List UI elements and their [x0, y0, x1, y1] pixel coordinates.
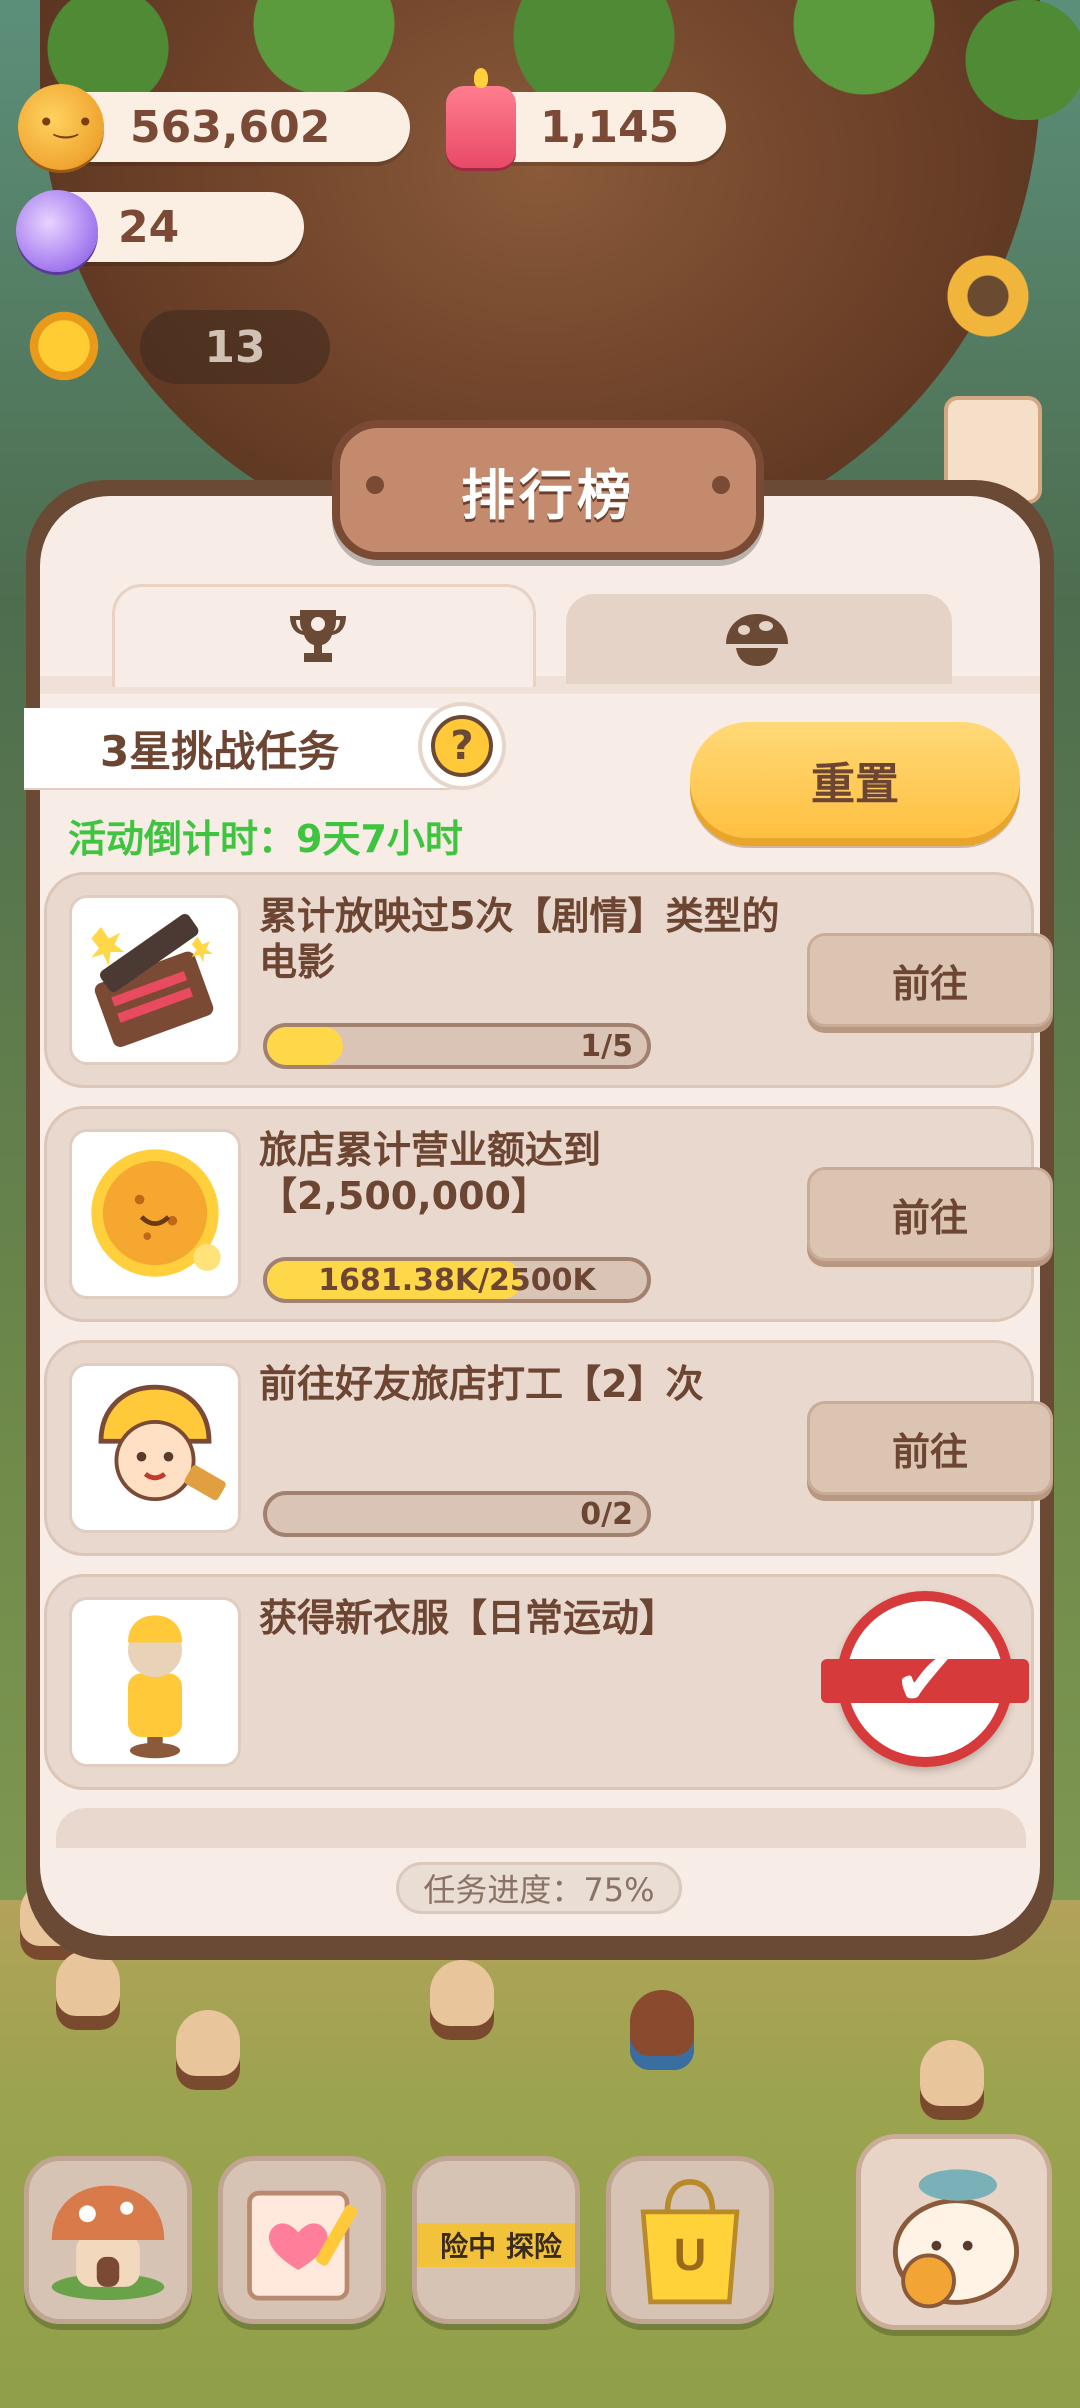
nav-house-button[interactable] — [24, 2156, 192, 2324]
nav-fishing-button[interactable] — [856, 2134, 1052, 2330]
cookie-coin-icon — [69, 1129, 241, 1299]
goto-button[interactable]: 前往 — [807, 1401, 1053, 1495]
mushroom-house-icon — [51, 2185, 165, 2300]
task-description: 累计放映过5次【剧情】类型的电影 — [259, 894, 780, 984]
reset-label: 重置 — [811, 759, 899, 810]
cookie-coin-art — [91, 1149, 221, 1277]
task-card: 获得新衣服【日常运动】 ✔ — [44, 1574, 1034, 1790]
cookie-amount: 563,602 — [130, 101, 331, 153]
goto-label: 前往 — [891, 1195, 968, 1240]
svg-text:U: U — [674, 2229, 707, 2280]
progress-text: 1/5 — [580, 1029, 633, 1064]
sun-icon[interactable] — [24, 306, 104, 386]
candle-icon — [446, 68, 516, 168]
level-badge: 13 — [140, 310, 330, 384]
adventure-banner: 险中 探险 — [417, 2223, 575, 2267]
completed-check-stamp: ✔ — [821, 1591, 1029, 1767]
event-countdown: 活动倒计时：9天7小时 — [68, 817, 463, 861]
diary-heart-icon — [247, 2190, 358, 2301]
goto-label: 前往 — [891, 1429, 968, 1474]
gem-candy-icon — [16, 190, 98, 272]
task-card: 旅店累计营业额达到【2,500,000】 1681.38K/2500K 前往 — [44, 1106, 1053, 1322]
customer-npc — [176, 2010, 240, 2090]
task-card-partial — [56, 1808, 1026, 1848]
task-progress-bar: 1681.38K/2500K — [263, 1257, 651, 1303]
task-description: 获得新衣服【日常运动】 — [259, 1596, 678, 1640]
panel-title-plate: 排行榜 — [332, 420, 764, 560]
goto-label: 前往 — [891, 961, 968, 1006]
outfit-icon — [69, 1597, 241, 1767]
mushroom-icon — [726, 614, 788, 666]
shopping-bag-icon: U — [640, 2179, 740, 2305]
settings-gear-icon[interactable] — [940, 248, 1036, 344]
nav-shop-button[interactable]: U — [606, 2156, 774, 2324]
candle-amount: 1,145 — [540, 101, 680, 153]
fishing-pet-icon — [892, 2169, 1020, 2309]
task-card: 累计放映过5次【剧情】类型的电影 1/5 前往 — [44, 872, 1053, 1088]
reset-button[interactable]: 重置 — [690, 722, 1020, 838]
question-icon: ? — [431, 715, 493, 777]
task-progress-bar: 1/5 — [263, 1023, 651, 1069]
challenge-name-text: 3星挑战任务 — [100, 726, 340, 776]
nav-diary-button[interactable] — [218, 2156, 386, 2324]
overall-progress: 任务进度：75% — [396, 1862, 682, 1914]
outfit-art — [127, 1615, 183, 1759]
worker-icon — [69, 1363, 241, 1533]
task-description: 前往好友旅店打工【2】次 — [259, 1362, 704, 1406]
progress-text: 0/2 — [580, 1497, 633, 1532]
task-description: 旅店累计营业额达到【2,500,000】 — [259, 1128, 602, 1218]
nav-adventure-button[interactable]: 险中 探险 — [412, 2156, 580, 2324]
progress-fill — [267, 1027, 343, 1065]
customer-npc — [430, 1960, 494, 2040]
task-card: 前往好友旅店打工【2】次 0/2 前往 — [44, 1340, 1053, 1556]
task-progress-bar: 0/2 — [263, 1491, 651, 1537]
check-icon: ✔ — [893, 1634, 957, 1723]
clapperboard-icon — [69, 895, 241, 1065]
help-button[interactable]: ? — [418, 702, 506, 790]
plate-rivet — [366, 476, 384, 494]
panel-title: 排行榜 — [461, 463, 635, 527]
level-value: 13 — [204, 321, 266, 373]
progress-text: 1681.38K/2500K — [318, 1263, 596, 1298]
gem-amount: 24 — [118, 201, 180, 253]
customer-npc — [56, 1950, 120, 2030]
customer-npc — [920, 2040, 984, 2120]
goto-button[interactable]: 前往 — [807, 1167, 1053, 1261]
worker-art — [98, 1384, 226, 1502]
challenge-name: 3星挑战任务 — [24, 708, 484, 788]
customer-npc — [630, 1990, 694, 2070]
plate-rivet — [712, 476, 730, 494]
cookie-coin-icon — [18, 84, 104, 170]
trophy-icon — [290, 610, 346, 662]
goto-button[interactable]: 前往 — [807, 933, 1053, 1027]
clapperboard-art — [91, 914, 214, 1047]
